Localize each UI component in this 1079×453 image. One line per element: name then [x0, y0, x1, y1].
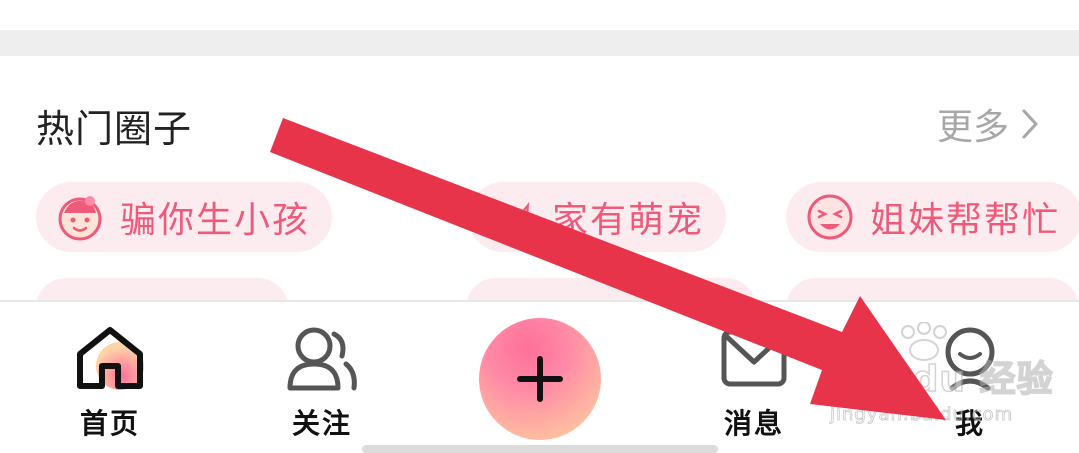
tab-follow-label: 关注 — [291, 407, 352, 440]
circle-chip[interactable]: 姐妹帮帮忙 — [786, 182, 1079, 252]
mail-icon — [721, 329, 787, 387]
pet-icon — [484, 189, 540, 245]
section-divider — [0, 30, 1079, 56]
more-label: 更多 — [936, 107, 1009, 148]
tab-home-label: 首页 — [79, 407, 140, 440]
tab-home[interactable]: 首页 — [70, 324, 150, 442]
baidu-jingyan-watermark: Bai du 经验 jingyan.baidu.com — [826, 322, 1066, 432]
circle-chip[interactable]: 骗你生小孩 — [36, 182, 333, 252]
plus-icon — [517, 356, 563, 402]
watermark-brand: Bai du 经验 — [831, 358, 1054, 401]
chevron-right-icon — [1022, 109, 1038, 139]
crying-face-icon — [802, 189, 858, 245]
circle-label: 姐妹帮帮忙 — [870, 200, 1061, 241]
users-icon — [287, 327, 357, 391]
circle-label: 骗你生小孩 — [120, 200, 311, 241]
home-icon — [77, 327, 144, 390]
baby-face-icon — [52, 189, 108, 245]
tab-messages[interactable]: 消息 — [714, 324, 794, 442]
tab-follow[interactable]: 关注 — [282, 324, 362, 442]
more-link[interactable]: 更多 — [937, 98, 1039, 150]
circle-label: 家有萌宠 — [552, 200, 705, 241]
top-bar — [0, 0, 1079, 30]
post-button[interactable] — [479, 318, 601, 440]
circle-chip[interactable]: 家有萌宠 — [468, 182, 727, 252]
watermark-url: jingyan.baidu.com — [830, 404, 1014, 426]
section-title: 热门圈子 — [36, 107, 193, 151]
tab-messages-label: 消息 — [723, 407, 784, 440]
